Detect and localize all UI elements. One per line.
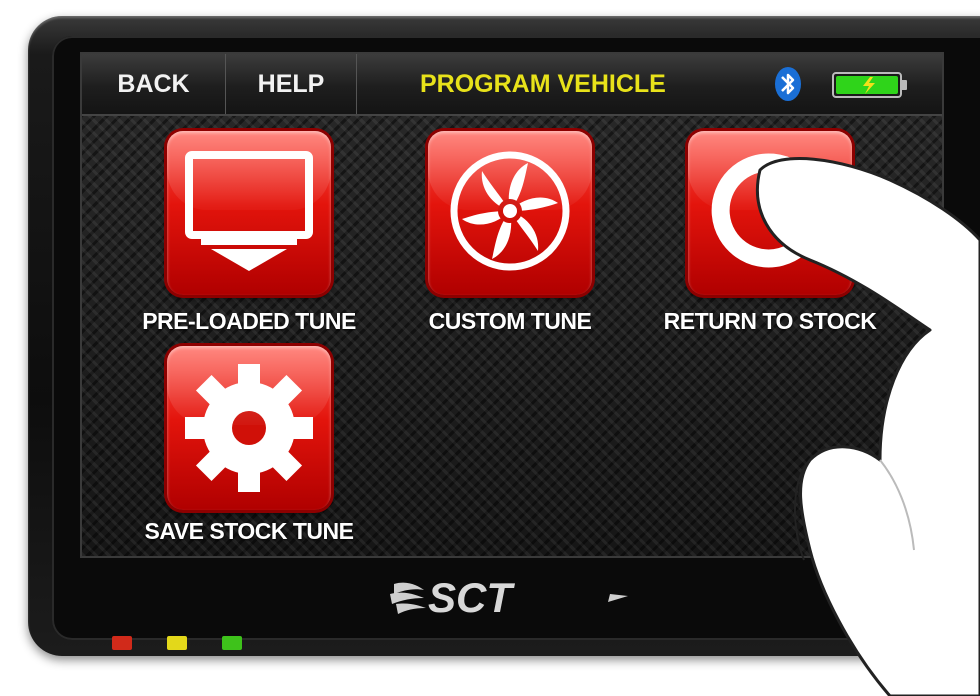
pre-loaded-tune-button[interactable] [167, 131, 331, 295]
svg-text:SCT: SCT [428, 574, 515, 620]
fan-icon [450, 151, 570, 271]
red-led [112, 636, 132, 650]
yellow-led [167, 636, 187, 650]
gear-icon [185, 364, 313, 492]
monitor-download-icon [185, 151, 313, 271]
finger-tap-illustration [755, 157, 980, 696]
bluetooth-icon [775, 67, 801, 101]
save-stock-tune-label: SAVE STOCK TUNE [144, 518, 354, 544]
back-button[interactable]: BACK [82, 54, 226, 114]
custom-tune-label: CUSTOM TUNE [428, 308, 592, 334]
top-bar: BACK HELP PROGRAM VEHICLE [82, 54, 942, 116]
green-led [222, 636, 242, 650]
screen-title: PROGRAM VEHICLE [420, 70, 666, 98]
pre-loaded-tune-label: PRE-LOADED TUNE [142, 308, 356, 334]
help-button[interactable]: HELP [226, 54, 357, 114]
sct-logo: SCT [390, 574, 628, 620]
save-stock-tune-button[interactable] [167, 346, 331, 510]
battery-charging-icon [832, 72, 907, 98]
custom-tune-button[interactable] [428, 131, 592, 295]
